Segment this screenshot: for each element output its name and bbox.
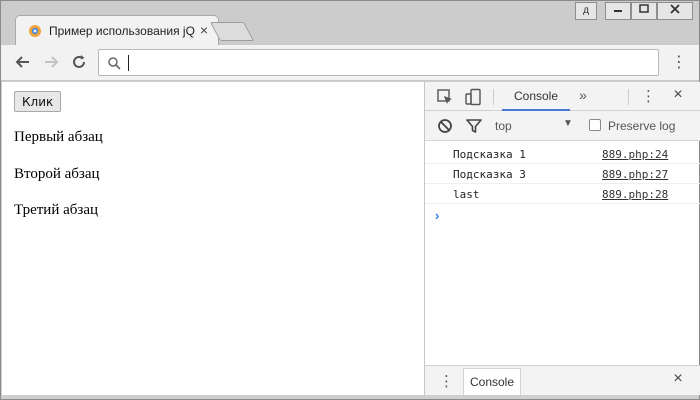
console-toolbar: top ▼ Preserve log (425, 111, 700, 141)
console-message: Подсказка 1 889.php:24 (425, 144, 700, 164)
inspect-element-icon[interactable] (436, 88, 454, 106)
paragraph-third: Третий абзац (14, 202, 99, 218)
paragraph-first: Первый абзац (14, 129, 103, 145)
click-button[interactable]: Клик (14, 91, 62, 112)
back-arrow-icon (15, 56, 29, 68)
log-text: Подсказка 3 (453, 168, 526, 181)
drawer-menu-icon[interactable]: ⋮ (439, 372, 454, 390)
browser-window: Пример использования jQuery × д (0, 0, 700, 400)
log-text: Подсказка 1 (453, 148, 526, 161)
window-close-button[interactable] (657, 2, 693, 20)
console-prompt[interactable]: › (435, 208, 439, 223)
minimize-button[interactable] (605, 2, 631, 20)
tab-console[interactable]: Console (502, 82, 570, 111)
tab-close-icon[interactable]: × (196, 22, 212, 38)
forward-button[interactable] (41, 53, 61, 73)
browser-tab[interactable]: Пример использования jQuery × (15, 15, 219, 45)
preserve-log-label: Preserve log (608, 119, 676, 133)
forward-arrow-icon (45, 56, 59, 68)
devtools-drawer: ⋮ Console × (425, 365, 700, 395)
log-source-link[interactable]: 889.php:24 (602, 148, 668, 161)
log-source-link[interactable]: 889.php:27 (602, 168, 668, 181)
filter-icon[interactable] (465, 117, 483, 135)
drawer-close-icon[interactable]: × (669, 370, 687, 390)
page-viewport: Клик Первый абзац Второй абзац Третий аб… (2, 82, 424, 395)
paragraph-second: Второй абзац (14, 166, 100, 182)
toolbar-divider (493, 89, 494, 105)
search-icon (108, 57, 121, 70)
console-message: Подсказка 3 889.php:27 (425, 164, 700, 184)
text-caret (128, 55, 129, 71)
tab-strip: Пример использования jQuery × д (1, 1, 699, 45)
devtools-panel: Console » ⋮ × top ▼ Preserve log Подсказ… (424, 82, 700, 395)
console-messages: Подсказка 1 889.php:24 Подсказка 3 889.p… (425, 144, 700, 204)
devtools-tabbar: Console » ⋮ × (425, 82, 700, 111)
browser-toolbar: ⋮ (1, 45, 699, 81)
log-text: last (453, 188, 480, 201)
toolbar-divider (628, 89, 629, 105)
console-message: last 889.php:28 (425, 184, 700, 204)
tab-title: Пример использования jQuery (49, 24, 195, 38)
reload-icon (73, 55, 85, 68)
drawer-tab-console[interactable]: Console (463, 368, 521, 395)
back-button[interactable] (13, 53, 33, 73)
log-source-link[interactable]: 889.php:28 (602, 188, 668, 201)
address-bar[interactable] (98, 49, 659, 76)
device-toolbar-icon[interactable] (464, 88, 482, 106)
devtools-menu-icon[interactable]: ⋮ (641, 87, 656, 105)
profile-button[interactable]: д (575, 2, 597, 20)
maximize-icon (639, 4, 649, 13)
reload-button[interactable] (69, 53, 89, 73)
preserve-log-checkbox[interactable] (589, 119, 601, 131)
close-icon (670, 4, 680, 14)
maximize-button[interactable] (631, 2, 657, 20)
more-tabs-icon[interactable]: » (575, 87, 591, 105)
favicon-icon (29, 25, 41, 37)
devtools-close-icon[interactable]: × (669, 86, 687, 106)
chevron-down-icon[interactable]: ▼ (563, 118, 575, 134)
more-vert-icon[interactable]: ⋮ (669, 53, 689, 73)
clear-console-icon[interactable] (436, 117, 454, 135)
minimize-icon (614, 10, 622, 12)
